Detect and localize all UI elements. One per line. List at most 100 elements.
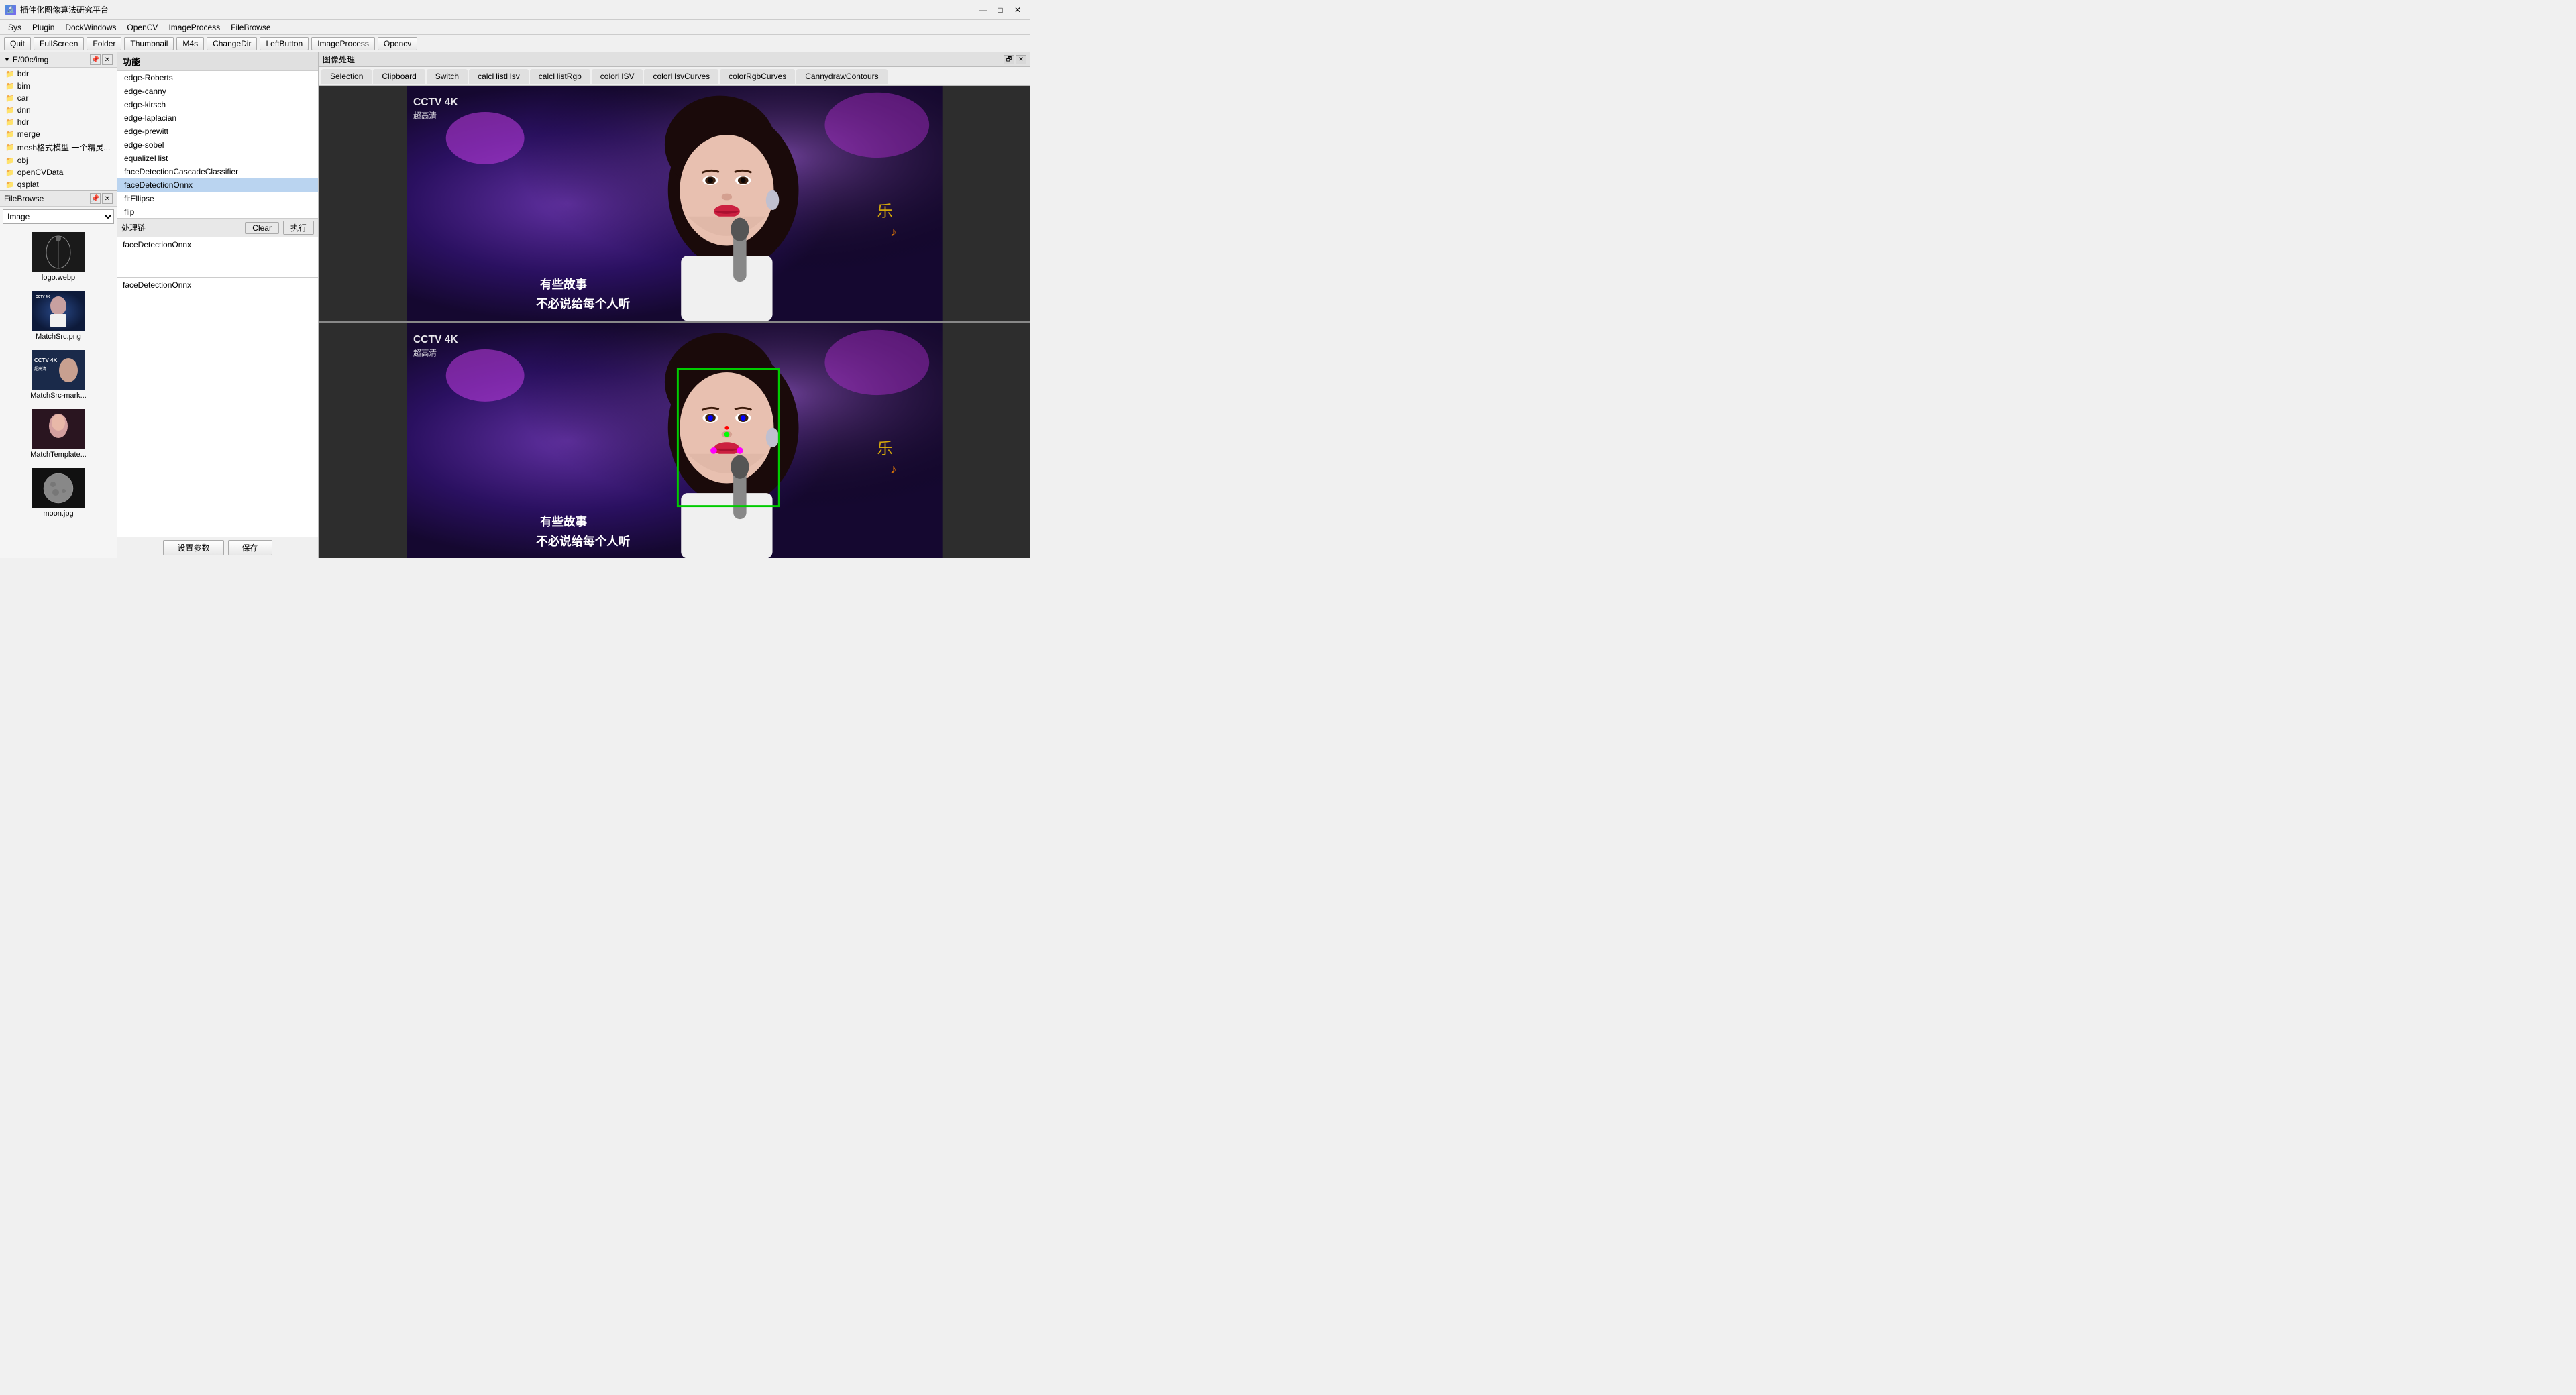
tab-cannydrawcontours[interactable]: CannydrawContours	[796, 69, 887, 84]
execute-button[interactable]: 执行	[283, 221, 314, 235]
tab-switch[interactable]: Switch	[427, 69, 468, 84]
func-item-facedetectiononnx[interactable]: faceDetectionOnnx	[117, 178, 318, 192]
minimize-button[interactable]: —	[975, 3, 990, 17]
func-item-equalizehist[interactable]: equalizeHist	[117, 152, 318, 165]
func-item-flip[interactable]: flip	[117, 205, 318, 219]
tree-item-label: bdr	[17, 69, 29, 78]
toolbar-fullscreen[interactable]: FullScreen	[34, 37, 84, 50]
chain-label: 处理链	[121, 222, 241, 233]
file-item-matchtemplate[interactable]: MatchTemplate...	[3, 406, 114, 461]
file-tree-pin-button[interactable]: 📌	[90, 54, 101, 65]
tree-item-mesh[interactable]: 📁 mesh格式模型 一个精灵...	[0, 140, 117, 154]
file-tree-close-button[interactable]: ✕	[102, 54, 113, 65]
maximize-button[interactable]: □	[993, 3, 1008, 17]
toolbar-changedir[interactable]: ChangeDir	[207, 37, 257, 50]
chain-content: faceDetectionOnnx	[117, 237, 318, 278]
logo-thumbnail-svg	[32, 232, 85, 272]
tree-item-opencvdata[interactable]: 📁 openCVData	[0, 166, 117, 178]
tab-colorrgbcurves[interactable]: colorRgbCurves	[720, 69, 795, 84]
toolbar-imageprocess[interactable]: ImageProcess	[311, 37, 375, 50]
func-item-edge-kirsch[interactable]: edge-kirsch	[117, 98, 318, 111]
folder-icon: 📁	[5, 106, 15, 115]
func-item-edge-roberts[interactable]: edge-Roberts	[117, 71, 318, 85]
matchtemplate-thumbnail-svg	[32, 409, 85, 449]
menu-sys[interactable]: Sys	[3, 21, 27, 34]
menu-dockwindows[interactable]: DockWindows	[60, 21, 121, 34]
tab-calchistrgb[interactable]: calcHistRgb	[530, 69, 590, 84]
tab-colorhsv[interactable]: colorHSV	[592, 69, 643, 84]
func-item-edge-laplacian[interactable]: edge-laplacian	[117, 111, 318, 125]
bottom-image-container: CCTV 4K 超高清 有些故事 不必说给每个人听 乐 ♪	[319, 323, 1030, 559]
tree-item-bdr[interactable]: 📁 bdr	[0, 68, 117, 80]
file-tree-header: ▼ E/00c/img 📌 ✕	[0, 52, 117, 68]
filter-select[interactable]: Image Video All	[3, 209, 114, 224]
tree-expand-icon: ▼	[4, 56, 10, 63]
func-item-edge-canny[interactable]: edge-canny	[117, 85, 318, 98]
file-item-matchsrc-mark[interactable]: CCTV 4K 超高清 MatchSrc-mark...	[3, 347, 114, 402]
matchsrc-mark-thumbnail-svg: CCTV 4K 超高清	[32, 350, 85, 390]
svg-text:超高清: 超高清	[413, 111, 437, 121]
svg-text:乐: 乐	[877, 203, 892, 220]
chain-header: 处理链 Clear 执行	[117, 219, 318, 237]
params-button[interactable]: 设置参数	[163, 540, 223, 555]
sub-close-button[interactable]: ✕	[1016, 55, 1026, 64]
folder-icon: 📁	[5, 130, 15, 139]
file-list: logo.webp	[0, 227, 117, 558]
params-section: 设置参数 保存	[117, 483, 318, 558]
sub-restore-button[interactable]: 🗗	[1004, 55, 1014, 64]
tree-item-merge[interactable]: 📁 merge	[0, 128, 117, 140]
tree-item-bim[interactable]: 📁 bim	[0, 80, 117, 92]
svg-text:有些故事: 有些故事	[540, 514, 588, 528]
svg-text:有些故事: 有些故事	[540, 278, 588, 291]
func-panel: 功能 edge-Roberts edge-canny edge-kirsch e…	[117, 52, 319, 558]
menu-imageprocess[interactable]: ImageProcess	[163, 21, 225, 34]
func-list[interactable]: edge-Roberts edge-canny edge-kirsch edge…	[117, 71, 318, 219]
tree-item-label: mesh格式模型 一个精灵...	[17, 142, 111, 153]
top-image-svg: CCTV 4K 超高清 有些故事 不必说给每个人听 乐 ♪	[319, 86, 1030, 321]
tab-calchisthsv[interactable]: calcHistHsv	[469, 69, 529, 84]
svg-text:乐: 乐	[877, 439, 892, 457]
menu-filebrowse[interactable]: FileBrowse	[225, 21, 276, 34]
func-item-edge-prewitt[interactable]: edge-prewitt	[117, 125, 318, 138]
tab-colorhsvcurves[interactable]: colorHsvCurves	[644, 69, 718, 84]
tree-item-hdr[interactable]: 📁 hdr	[0, 116, 117, 128]
toolbar-m4s[interactable]: M4s	[176, 37, 204, 50]
menu-plugin[interactable]: Plugin	[27, 21, 60, 34]
file-browse-pin-button[interactable]: 📌	[90, 193, 101, 204]
file-browse-close-button[interactable]: ✕	[102, 193, 113, 204]
tree-item-dnn[interactable]: 📁 dnn	[0, 104, 117, 116]
top-image-row: CCTV 4K 超高清 有些故事 不必说给每个人听 乐 ♪	[319, 86, 1030, 321]
func-item-edge-sobel[interactable]: edge-sobel	[117, 138, 318, 152]
file-item-moon[interactable]: moon.jpg	[3, 465, 114, 520]
svg-text:不必说给每个人听: 不必说给每个人听	[536, 535, 630, 548]
func-item-fitellipse[interactable]: fitEllipse	[117, 192, 318, 205]
tree-container[interactable]: 📁 bdr 📁 bim 📁 car 📁 dnn 📁 hdr	[0, 68, 117, 190]
close-button[interactable]: ✕	[1010, 3, 1025, 17]
folder-icon: 📁	[5, 180, 15, 189]
save-button[interactable]: 保存	[228, 540, 272, 555]
file-item-logo[interactable]: logo.webp	[3, 229, 114, 284]
svg-text:♪: ♪	[890, 225, 897, 239]
svg-text:CCTV 4K: CCTV 4K	[36, 295, 50, 299]
chain-output-text: faceDetectionOnnx	[123, 280, 191, 290]
tree-item-car[interactable]: 📁 car	[0, 92, 117, 104]
tree-item-obj[interactable]: 📁 obj	[0, 154, 117, 166]
folder-icon: 📁	[5, 156, 15, 165]
toolbar-folder[interactable]: Folder	[87, 37, 121, 50]
func-item-facedetectioncascade[interactable]: faceDetectionCascadeClassifier	[117, 165, 318, 178]
file-thumbnail-matchtemplate	[32, 409, 85, 449]
toolbar-quit[interactable]: Quit	[4, 37, 31, 50]
file-thumbnail-matchsrc-mark: CCTV 4K 超高清	[32, 350, 85, 390]
image-display: CCTV 4K 超高清 有些故事 不必说给每个人听 乐 ♪	[319, 86, 1030, 558]
params-footer: 设置参数 保存	[117, 537, 318, 558]
menu-opencv[interactable]: OpenCV	[121, 21, 163, 34]
tab-clipboard[interactable]: Clipboard	[373, 69, 425, 84]
toolbar-thumbnail[interactable]: Thumbnail	[124, 37, 174, 50]
tree-item-qsplat[interactable]: 📁 qsplat	[0, 178, 117, 190]
clear-button[interactable]: Clear	[245, 222, 279, 234]
file-item-matchsrc[interactable]: CCTV 4K MatchSrc.png	[3, 288, 114, 343]
toolbar-opencv[interactable]: Opencv	[378, 37, 417, 50]
toolbar-leftbutton[interactable]: LeftButton	[260, 37, 309, 50]
tab-selection[interactable]: Selection	[321, 69, 372, 84]
tree-item-label: bim	[17, 81, 30, 91]
